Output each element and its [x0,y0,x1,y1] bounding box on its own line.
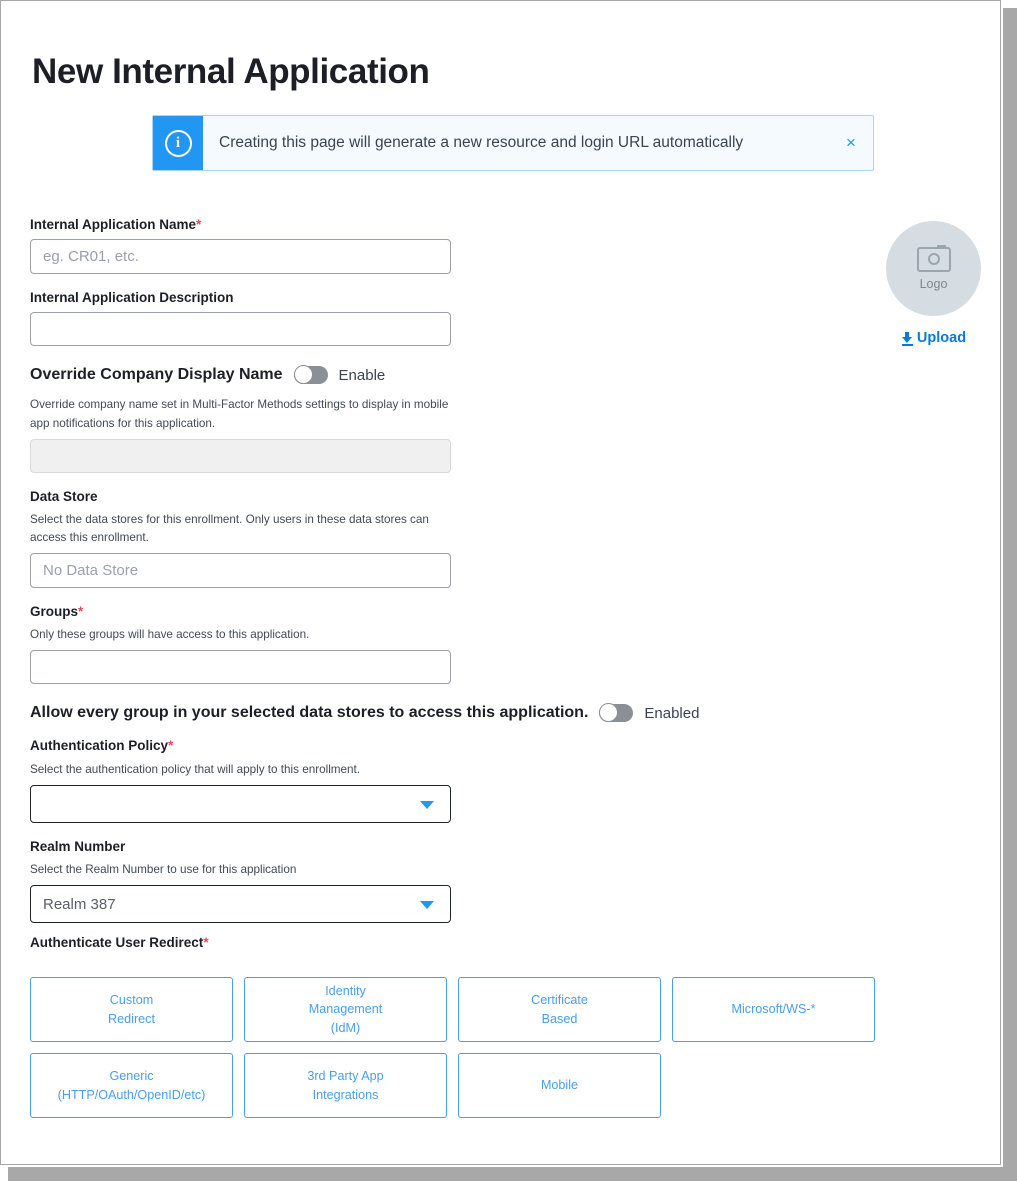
redirect-option-identity-management[interactable]: Identity Management (IdM) [244,977,447,1042]
data-store-label: Data Store [30,488,98,504]
app-name-input[interactable] [30,239,451,275]
window-shadow-bottom [8,1167,1017,1181]
app-description-label: Internal Application Description [30,290,234,306]
info-banner-icon-container: i [153,116,203,170]
page-title: New Internal Application [32,52,430,92]
page-content: New Internal Application i Creating this… [1,1,1000,1164]
upload-button[interactable]: Upload [886,330,982,346]
override-company-display-name-row: Override Company Display Name Enable [30,365,460,385]
override-company-display-name-help: Override company name set in Multi-Facto… [30,398,449,430]
groups-input[interactable] [30,650,451,685]
application-window: New Internal Application i Creating this… [0,0,1001,1165]
redirect-option-mobile[interactable]: Mobile [458,1053,661,1118]
toggle-knob [293,365,313,385]
close-icon[interactable]: × [829,116,873,170]
override-company-display-name-label: Override Company Display Name [30,366,283,384]
authenticate-user-redirect-required-mark: * [203,935,209,950]
authentication-policy-label-text: Authentication Policy [30,738,169,754]
chevron-down-icon [420,800,434,809]
chevron-down-icon [420,901,434,909]
toggle-knob [599,703,619,723]
allow-every-group-label: Allow every group in your selected data … [30,704,589,722]
info-banner: i Creating this page will generate a new… [152,115,874,171]
override-company-display-name-state: Enable [338,366,386,384]
redirect-option-custom-redirect[interactable]: Custom Redirect [30,977,233,1042]
authentication-policy-help: Select the authentication policy that wi… [30,762,361,776]
redirect-option-3rd-party-app-integrations[interactable]: 3rd Party App Integrations [244,1053,447,1118]
logo-upload-widget: Logo Upload [886,221,982,346]
redirect-option-microsoft-ws[interactable]: Microsoft/WS-* [672,977,875,1042]
window-shadow-right [1003,8,1017,1181]
info-circle-icon: i [164,129,192,157]
allow-every-group-toggle[interactable] [599,703,634,723]
app-name-required-mark: * [196,217,202,232]
allow-every-group-row: Allow every group in your selected data … [30,703,699,723]
redirect-options-row-1: Custom Redirect Identity Management (IdM) C… [30,977,900,1042]
redirect-options-row-2: Generic (HTTP/OAuth/OpenID/etc) 3rd Party… [30,1053,900,1118]
camera-icon [916,244,951,272]
authentication-policy-required-mark: * [168,738,174,754]
logo-placeholder[interactable]: Logo [886,221,981,316]
groups-label-text: Groups [30,604,79,620]
info-banner-message: Creating this page will generate a new r… [219,133,744,151]
data-store-input[interactable] [30,553,451,589]
groups-label: Groups* [30,604,460,620]
groups-required-mark: * [78,604,84,620]
app-description-input[interactable] [30,312,451,347]
authenticate-user-redirect-options: Custom Redirect Identity Management (IdM) C… [30,977,900,1129]
override-company-display-name-input [30,438,451,473]
app-name-label-text: Internal Application Name [30,217,197,232]
allow-every-group-state: Enabled [644,704,700,722]
authentication-policy-select[interactable] [30,784,451,823]
override-company-display-name-toggle[interactable] [293,365,328,385]
redirect-option-certificate-based[interactable]: Certificate Based [458,977,661,1042]
application-form: Internal Application Name* Internal Appl… [30,217,699,957]
logo-caption: Logo [919,276,948,291]
camera-lens [927,253,940,265]
authentication-policy-label: Authentication Policy* [30,738,460,754]
download-arrow-icon [901,331,913,346]
redirect-option-generic[interactable]: Generic (HTTP/OAuth/OpenID/etc) [30,1053,233,1118]
groups-help: Only these groups will have access to th… [30,628,310,642]
realm-number-label: Realm Number [30,838,126,854]
realm-number-help: Select the Realm Number to use for this … [30,862,297,876]
data-store-help: Select the data stores for this enrollme… [30,512,429,544]
upload-label: Upload [916,330,967,346]
authenticate-user-redirect-label: Authenticate User Redirect* [30,935,460,951]
authenticate-user-redirect-label-text: Authenticate User Redirect [30,935,204,950]
app-name-label: Internal Application Name* [30,217,460,233]
realm-number-select[interactable]: Realm 387 [30,885,451,923]
realm-number-value: Realm 387 [43,895,116,913]
